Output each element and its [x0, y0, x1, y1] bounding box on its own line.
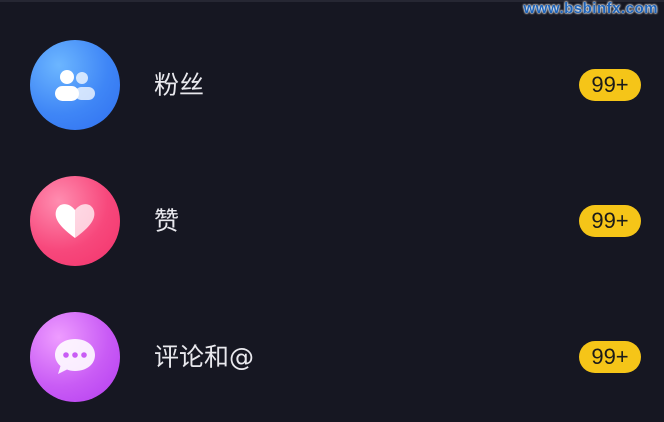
fans-label: 粉丝 — [154, 70, 205, 100]
comment-icon — [30, 312, 120, 402]
watermark: www.bsbinfx.com — [523, 0, 658, 17]
notification-row-likes[interactable]: 赞 99+ — [0, 171, 664, 271]
comments-count-badge: 99+ — [579, 341, 641, 373]
comments-label: 评论和@ — [154, 342, 255, 372]
fans-count-badge: 99+ — [579, 69, 641, 101]
heart-icon — [30, 176, 120, 266]
notification-row-fans[interactable]: 粉丝 99+ — [0, 35, 664, 135]
likes-count-badge: 99+ — [579, 205, 641, 237]
likes-label: 赞 — [154, 206, 180, 236]
notification-row-comments[interactable]: 评论和@ 99+ — [0, 307, 664, 407]
fans-icon — [30, 40, 120, 130]
